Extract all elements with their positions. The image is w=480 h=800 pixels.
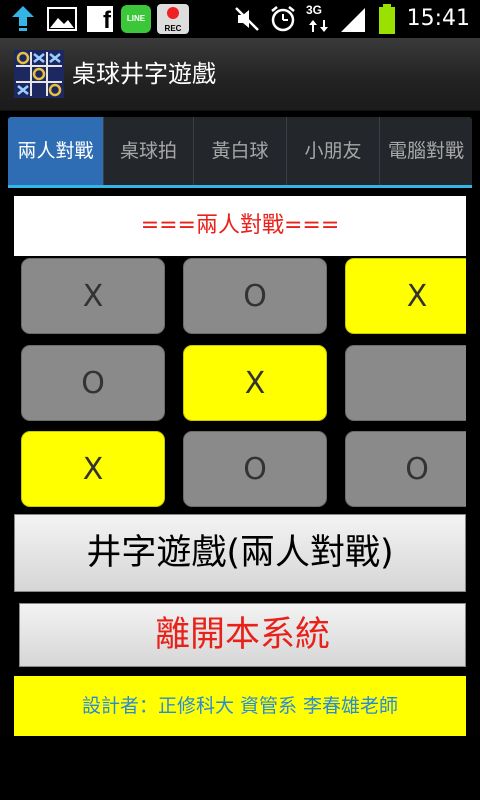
designer-credit: 設計者：正修科大 資管系 李春雄老師 bbox=[14, 676, 466, 736]
gallery-icon bbox=[46, 4, 78, 34]
board-cell-r2c3[interactable] bbox=[345, 345, 466, 421]
mode-label: ===兩人對戰=== bbox=[14, 196, 466, 256]
app-title: 桌球井字遊戲 bbox=[72, 60, 216, 88]
facebook-icon: f bbox=[86, 4, 114, 34]
tab-indicator bbox=[8, 185, 472, 188]
line-app-icon: LINE bbox=[120, 4, 152, 34]
board-cell-r3c1[interactable]: X bbox=[21, 431, 165, 507]
status-bar: f LINE REC 3G 15:41 bbox=[0, 0, 480, 38]
tab-two-player[interactable]: 兩人對戰 bbox=[8, 117, 104, 185]
board-cell-r1c1[interactable]: X bbox=[21, 258, 165, 334]
tab-kids[interactable]: 小朋友 bbox=[287, 117, 380, 185]
tab-paddle[interactable]: 桌球拍 bbox=[104, 117, 194, 185]
screen-recorder-icon: REC bbox=[156, 4, 190, 34]
board-cell-r1c3[interactable]: X bbox=[345, 258, 466, 334]
mute-icon bbox=[232, 4, 262, 34]
tic-tac-toe-logo-icon bbox=[14, 50, 64, 98]
tab-bar: 兩人對戰 桌球拍 黃白球 小朋友 電腦對戰 bbox=[8, 117, 472, 185]
alarm-icon bbox=[268, 4, 298, 34]
game-board: X O X O X X O O bbox=[14, 258, 466, 510]
battery-icon bbox=[374, 4, 400, 34]
upload-icon bbox=[8, 4, 38, 34]
board-cell-r1c2[interactable]: O bbox=[183, 258, 327, 334]
exit-button[interactable]: 離開本系統 bbox=[19, 603, 466, 667]
signal-strength-icon bbox=[338, 4, 368, 34]
tab-yellow-white-ball[interactable]: 黃白球 bbox=[194, 117, 287, 185]
board-cell-r3c3[interactable]: O bbox=[345, 431, 466, 507]
tab-vs-computer[interactable]: 電腦對戰 bbox=[380, 117, 472, 185]
clock: 15:41 bbox=[406, 6, 470, 31]
board-cell-r3c2[interactable]: O bbox=[183, 431, 327, 507]
board-cell-r2c2[interactable]: X bbox=[183, 345, 327, 421]
board-cell-r2c1[interactable]: O bbox=[21, 345, 165, 421]
network-3g-icon: 3G bbox=[304, 3, 334, 34]
action-bar: 桌球井字遊戲 bbox=[0, 38, 480, 111]
play-two-player-button[interactable]: 井字遊戲(兩人對戰) bbox=[14, 514, 466, 592]
